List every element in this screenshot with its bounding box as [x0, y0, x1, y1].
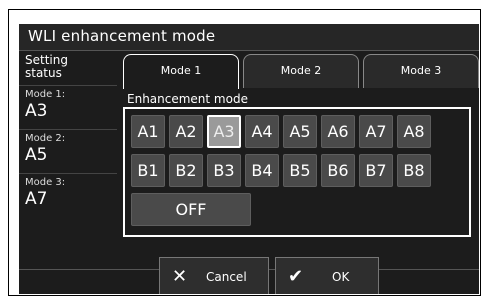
mode-button-b1[interactable]: B1: [131, 154, 165, 187]
status-mode-2-label: Mode 2:: [25, 133, 66, 144]
tab-mode-1[interactable]: Mode 1: [123, 54, 239, 89]
setting-status-header: Setting status: [25, 53, 68, 80]
enhancement-mode-label: Enhancement mode: [127, 92, 248, 106]
close-icon: ✕: [172, 266, 188, 287]
mode-button-b2[interactable]: B2: [169, 154, 203, 187]
enhancement-button-grid: A1 A2 A3 A4 A5 A6 A7 A8 B1 B2 B3 B4 B5 B6 B7 B8 OFF: [123, 107, 471, 237]
ok-label: OK: [332, 270, 350, 284]
status-mode-3-label: Mode 3:: [25, 177, 66, 188]
status-mode-3-value: A7: [25, 189, 48, 209]
mode-button-a5[interactable]: A5: [283, 115, 317, 148]
mode-button-a8[interactable]: A8: [397, 115, 431, 148]
mode-button-a4[interactable]: A4: [245, 115, 279, 148]
mode-tabs: Mode 1 Mode 2 Mode 3: [119, 51, 479, 89]
mode-button-b4[interactable]: B4: [245, 154, 279, 187]
setting-status-panel: Setting status Mode 1: A3 Mode 2: A5 Mode…: [19, 51, 117, 269]
enhancement-panel: Enhancement mode A1 A2 A3 A4 A5 A6 A7 A8 B1 B2 B3 B…: [119, 89, 479, 269]
off-button[interactable]: OFF: [131, 193, 251, 226]
mode-button-b3[interactable]: B3: [207, 154, 241, 187]
mode-button-b6[interactable]: B6: [321, 154, 355, 187]
status-mode-1: Mode 1: A3: [19, 85, 117, 130]
mode-button-a7[interactable]: A7: [359, 115, 393, 148]
mode-button-b5[interactable]: B5: [283, 154, 317, 187]
mode-button-b8[interactable]: B8: [397, 154, 431, 187]
status-mode-1-value: A3: [25, 101, 48, 121]
cancel-label: Cancel: [206, 270, 247, 284]
tab-mode-3[interactable]: Mode 3: [363, 54, 479, 88]
screen: WLI enhancement mode Setting status Mode …: [19, 24, 479, 294]
footer-bar: ✕ Cancel ✔ OK: [19, 257, 479, 294]
mode-button-a6[interactable]: A6: [321, 115, 355, 148]
mode-button-a1[interactable]: A1: [131, 115, 165, 148]
tab-mode-2[interactable]: Mode 2: [243, 54, 359, 88]
window-title: WLI enhancement mode: [28, 27, 216, 45]
check-icon: ✔: [288, 266, 304, 287]
cancel-button[interactable]: ✕ Cancel: [159, 257, 269, 294]
mode-button-a3[interactable]: A3: [207, 115, 241, 148]
status-mode-3: Mode 3: A7: [19, 173, 117, 218]
mode-button-a2[interactable]: A2: [169, 115, 203, 148]
mode-button-b7[interactable]: B7: [359, 154, 393, 187]
title-bar: WLI enhancement mode: [19, 24, 479, 51]
ok-button[interactable]: ✔ OK: [275, 257, 379, 294]
status-mode-2-value: A5: [25, 145, 48, 165]
status-mode-1-label: Mode 1:: [25, 89, 66, 100]
status-mode-2: Mode 2: A5: [19, 129, 117, 174]
